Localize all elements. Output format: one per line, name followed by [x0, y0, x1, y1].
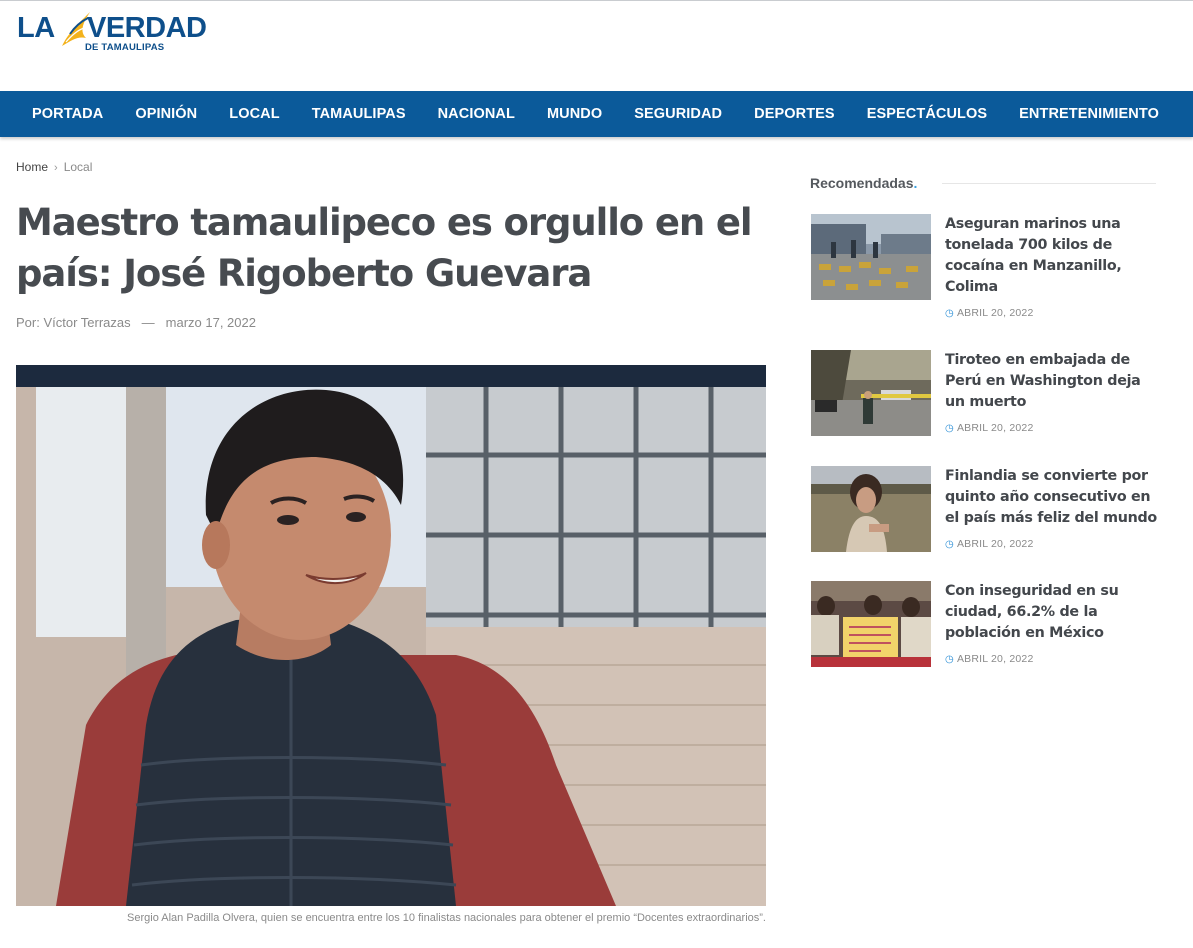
top-border [0, 0, 1193, 1]
recommended-thumbnail[interactable] [811, 581, 931, 667]
nav-item-entretenimiento[interactable]: ENTRETENIMIENTO [1003, 106, 1175, 122]
recommended-title[interactable]: Con inseguridad en su ciudad, 66.2% de l… [945, 581, 1160, 644]
sidebar-heading: Recomendadas. [810, 175, 917, 191]
featured-image [16, 365, 766, 906]
nav-item-seguridad[interactable]: SEGURIDAD [618, 106, 738, 122]
logo-text-verdad: VERDAD [87, 12, 207, 44]
breadcrumb-current[interactable]: Local [64, 160, 93, 174]
recommended-item[interactable]: Finlandia se convierte por quinto año co… [811, 466, 1157, 556]
nav-item-portada[interactable]: PORTADA [16, 106, 119, 122]
recommended-title[interactable]: Aseguran marinos una tonelada 700 kilos … [945, 214, 1160, 298]
clock-icon: ◷ [945, 654, 954, 665]
sidebar-heading-dot: . [913, 175, 918, 191]
breadcrumb: Home › Local [16, 160, 92, 174]
sidebar-heading-text: Recomendadas [810, 175, 914, 191]
recommended-item[interactable]: Con inseguridad en su ciudad, 66.2% de l… [811, 581, 1157, 671]
recommended-date: ◷ ABRIL 20, 2022 [945, 307, 1033, 319]
breadcrumb-separator: › [54, 162, 58, 174]
recommended-date-text: ABRIL 20, 2022 [956, 653, 1034, 665]
recommended-title[interactable]: Finlandia se convierte por quinto año co… [945, 466, 1160, 529]
nav-item-nacional[interactable]: NACIONAL [422, 106, 531, 122]
article-author[interactable]: Por: Víctor Terrazas [16, 315, 131, 330]
clock-icon: ◷ [945, 308, 954, 319]
clock-icon: ◷ [945, 423, 954, 434]
recommended-thumbnail[interactable] [811, 466, 931, 552]
logo-text-la: LA [17, 12, 55, 44]
recommended-title[interactable]: Tiroteo en embajada de Perú en Washingto… [945, 350, 1160, 413]
recommended-item[interactable]: Tiroteo en embajada de Perú en Washingto… [811, 350, 1157, 440]
nav-item-espectaculos[interactable]: ESPECTÁCULOS [851, 106, 1003, 122]
recommended-thumbnail[interactable] [811, 350, 931, 436]
sidebar-divider [942, 183, 1156, 184]
nav-item-tamaulipas[interactable]: TAMAULIPAS [296, 106, 422, 122]
logo-subtitle: DE TAMAULIPAS [85, 42, 165, 53]
nav-item-opinion[interactable]: OPINIÓN [119, 106, 213, 122]
recommended-item[interactable]: Aseguran marinos una tonelada 700 kilos … [811, 214, 1157, 324]
recommended-date: ◷ ABRIL 20, 2022 [945, 653, 1033, 665]
recommended-date-text: ABRIL 20, 2022 [956, 307, 1034, 319]
recommended-date: ◷ ABRIL 20, 2022 [945, 422, 1033, 434]
recommended-date-text: ABRIL 20, 2022 [956, 538, 1034, 550]
breadcrumb-home[interactable]: Home [16, 160, 48, 174]
clock-icon: ◷ [945, 539, 954, 550]
article-meta: Por: Víctor Terrazas — marzo 17, 2022 [16, 315, 256, 330]
article-date: marzo 17, 2022 [165, 315, 256, 330]
nav-item-deportes[interactable]: DEPORTES [738, 106, 851, 122]
recommended-date-text: ABRIL 20, 2022 [956, 422, 1034, 434]
nav-item-mundo[interactable]: MUNDO [531, 106, 618, 122]
main-nav: PORTADA OPINIÓN LOCAL TAMAULIPAS NACIONA… [0, 91, 1193, 137]
recommended-date: ◷ ABRIL 20, 2022 [945, 538, 1033, 550]
nav-item-local[interactable]: LOCAL [213, 106, 295, 122]
image-caption: Sergio Alan Padilla Olvera, quien se enc… [127, 912, 766, 924]
recommended-thumbnail[interactable] [811, 214, 931, 300]
meta-dash: — [141, 315, 155, 330]
article-title: Maestro tamaulipeco es orgullo en el paí… [16, 201, 753, 295]
site-logo[interactable]: LA VERDAD DE TAMAULIPAS [17, 8, 232, 58]
